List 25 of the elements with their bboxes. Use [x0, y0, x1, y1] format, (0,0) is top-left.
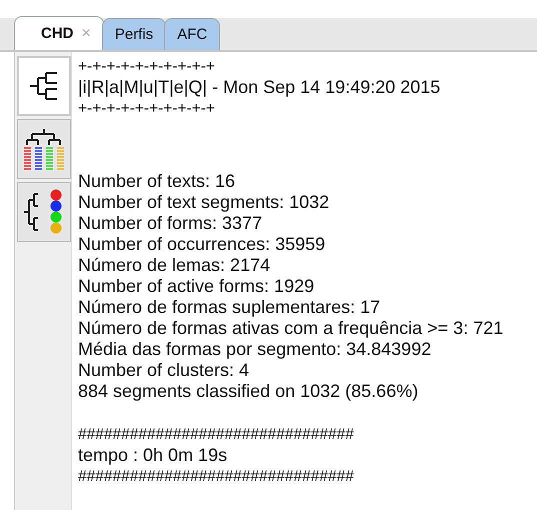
tab[interactable]: CHD ×	[14, 16, 104, 50]
log-line: Number of clusters: 4	[78, 360, 250, 381]
dendrogram-icon	[29, 69, 59, 103]
tab[interactable]: Perfis	[102, 18, 166, 50]
log-line: ################################	[78, 425, 355, 445]
log-line: Number of texts: 16	[78, 171, 236, 192]
log-line: Number of text segments: 1032	[78, 192, 330, 213]
log-line: Média das formas por segmento: 34.843992	[78, 339, 432, 360]
toolbar-button[interactable]	[17, 182, 71, 242]
log-line: 884 segments classified on 1032 (85.66%)	[78, 381, 420, 402]
log-line: Número de lemas: 2174	[78, 255, 272, 276]
log-line: Number of forms: 3377	[78, 213, 264, 234]
log-line: Number of occurrences: 35959	[78, 234, 326, 255]
toolbar-button[interactable]	[17, 119, 71, 179]
log-line: ################################	[78, 467, 355, 487]
log-line: Number of active forms: 1929	[78, 276, 316, 297]
toolbar-button[interactable]	[17, 56, 71, 116]
log-line: +-+-+-+-+-+-+-+-+-+	[78, 99, 216, 119]
log-line: +-+-+-+-+-+-+-+-+-+	[78, 57, 216, 77]
dendrogram-bars-icon	[24, 127, 64, 171]
log-line: tempo : 0h 0m 19s	[78, 445, 228, 466]
log-line: Número de formas suplementares: 17	[78, 297, 382, 318]
tab[interactable]: AFC	[164, 18, 220, 50]
log-line: |i|R|a|M|u|T|e|Q| - Mon Sep 14 19:49:20 2015	[78, 77, 442, 98]
log-line: Número de formas ativas com a frequência >= 3: 721	[78, 318, 504, 339]
